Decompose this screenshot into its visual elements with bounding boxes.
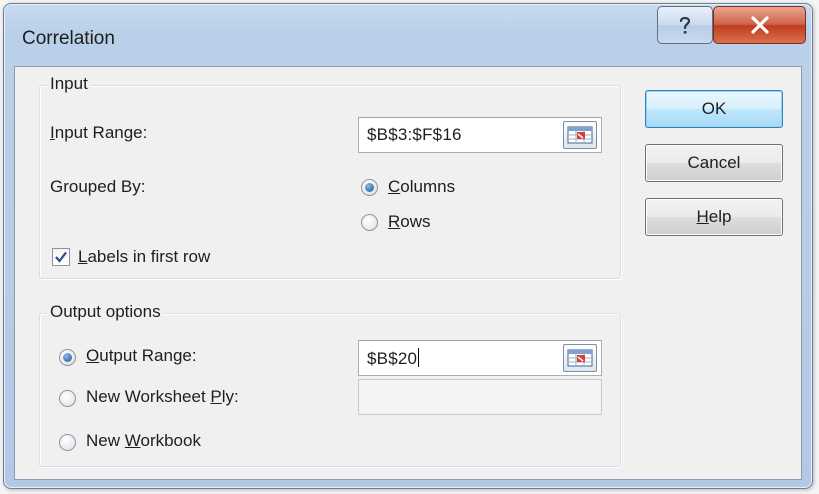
help-label-rest: elp: [708, 207, 732, 226]
help-mnemonic: H: [696, 207, 709, 226]
range-select-icon: [567, 349, 593, 367]
columns-radio-label[interactable]: Columns: [388, 177, 455, 197]
rows-radio-label[interactable]: Rows: [388, 212, 431, 232]
input-range-field[interactable]: $B$3:$F$16: [358, 117, 602, 153]
input-range-label-rest: nput Range:: [54, 123, 148, 142]
input-range-label: Input Range:: [50, 123, 147, 143]
rows-radio[interactable]: [361, 214, 378, 231]
new-worksheet-radio[interactable]: [59, 390, 76, 407]
cancel-button[interactable]: Cancel: [645, 144, 783, 182]
new-workbook-label-a: New: [86, 431, 125, 450]
output-range-value: $B$20: [367, 349, 418, 368]
columns-radio[interactable]: [361, 179, 378, 196]
correlation-dialog: Correlation Input Input Range: $B$3:$F$1…: [3, 3, 813, 489]
input-range-value: $B$3:$F$16: [367, 125, 462, 144]
ok-button[interactable]: OK: [645, 90, 783, 128]
output-range-mnemonic: O: [86, 346, 100, 365]
output-range-select-button[interactable]: [563, 344, 597, 372]
columns-label-rest: olumns: [400, 177, 456, 196]
labels-checkbox[interactable]: [52, 248, 70, 266]
question-mark-icon: [679, 16, 691, 34]
new-workbook-radio[interactable]: [59, 434, 76, 451]
output-range-label[interactable]: Output Range:: [86, 346, 197, 366]
labels-label-rest: abels in first row: [87, 247, 211, 266]
output-range-label-rest: utput Range:: [99, 346, 197, 365]
range-select-icon: [567, 126, 593, 144]
output-range-value-wrap: $B$20: [367, 348, 420, 369]
rows-label-rest: ows: [400, 212, 431, 231]
help-button-label: Help: [697, 207, 732, 227]
grouped-by-label: Grouped By:: [50, 177, 146, 196]
new-workbook-label-b: orkbook: [140, 431, 201, 450]
new-worksheet-label-a: New Worksheet: [86, 387, 211, 406]
ok-button-label: OK: [701, 99, 727, 118]
new-worksheet-field[interactable]: [358, 379, 602, 415]
help-button[interactable]: Help: [645, 198, 783, 236]
close-icon: [750, 16, 769, 34]
new-workbook-label[interactable]: New Workbook: [86, 431, 201, 451]
help-caption-button[interactable]: [657, 6, 713, 44]
checkmark-icon: [55, 251, 67, 263]
input-group-legend: Input: [47, 74, 91, 94]
new-workbook-mnemonic: W: [124, 431, 141, 450]
output-group-legend: Output options: [47, 302, 164, 322]
input-group: Input Input Range: $B$3:$F$16 Grouped By…: [39, 74, 621, 279]
output-group: Output options Output Range: $B$20 New W…: [39, 302, 621, 467]
columns-mnemonic: C: [388, 177, 401, 196]
labels-checkbox-label[interactable]: Labels in first row: [78, 247, 210, 267]
dialog-title: Correlation: [22, 28, 115, 49]
rows-mnemonic: R: [388, 212, 401, 231]
cancel-button-label: Cancel: [687, 153, 741, 172]
new-worksheet-label-b: ly:: [221, 387, 239, 406]
input-range-select-button[interactable]: [563, 121, 597, 149]
text-caret: [418, 348, 420, 367]
close-caption-button[interactable]: [713, 6, 806, 44]
output-range-radio[interactable]: [59, 349, 76, 366]
output-range-field[interactable]: $B$20: [358, 340, 602, 376]
dialog-body: Input Input Range: $B$3:$F$16 Grouped By…: [14, 66, 802, 480]
new-worksheet-mnemonic: P: [210, 387, 222, 406]
new-worksheet-label[interactable]: New Worksheet Ply:: [86, 387, 239, 407]
